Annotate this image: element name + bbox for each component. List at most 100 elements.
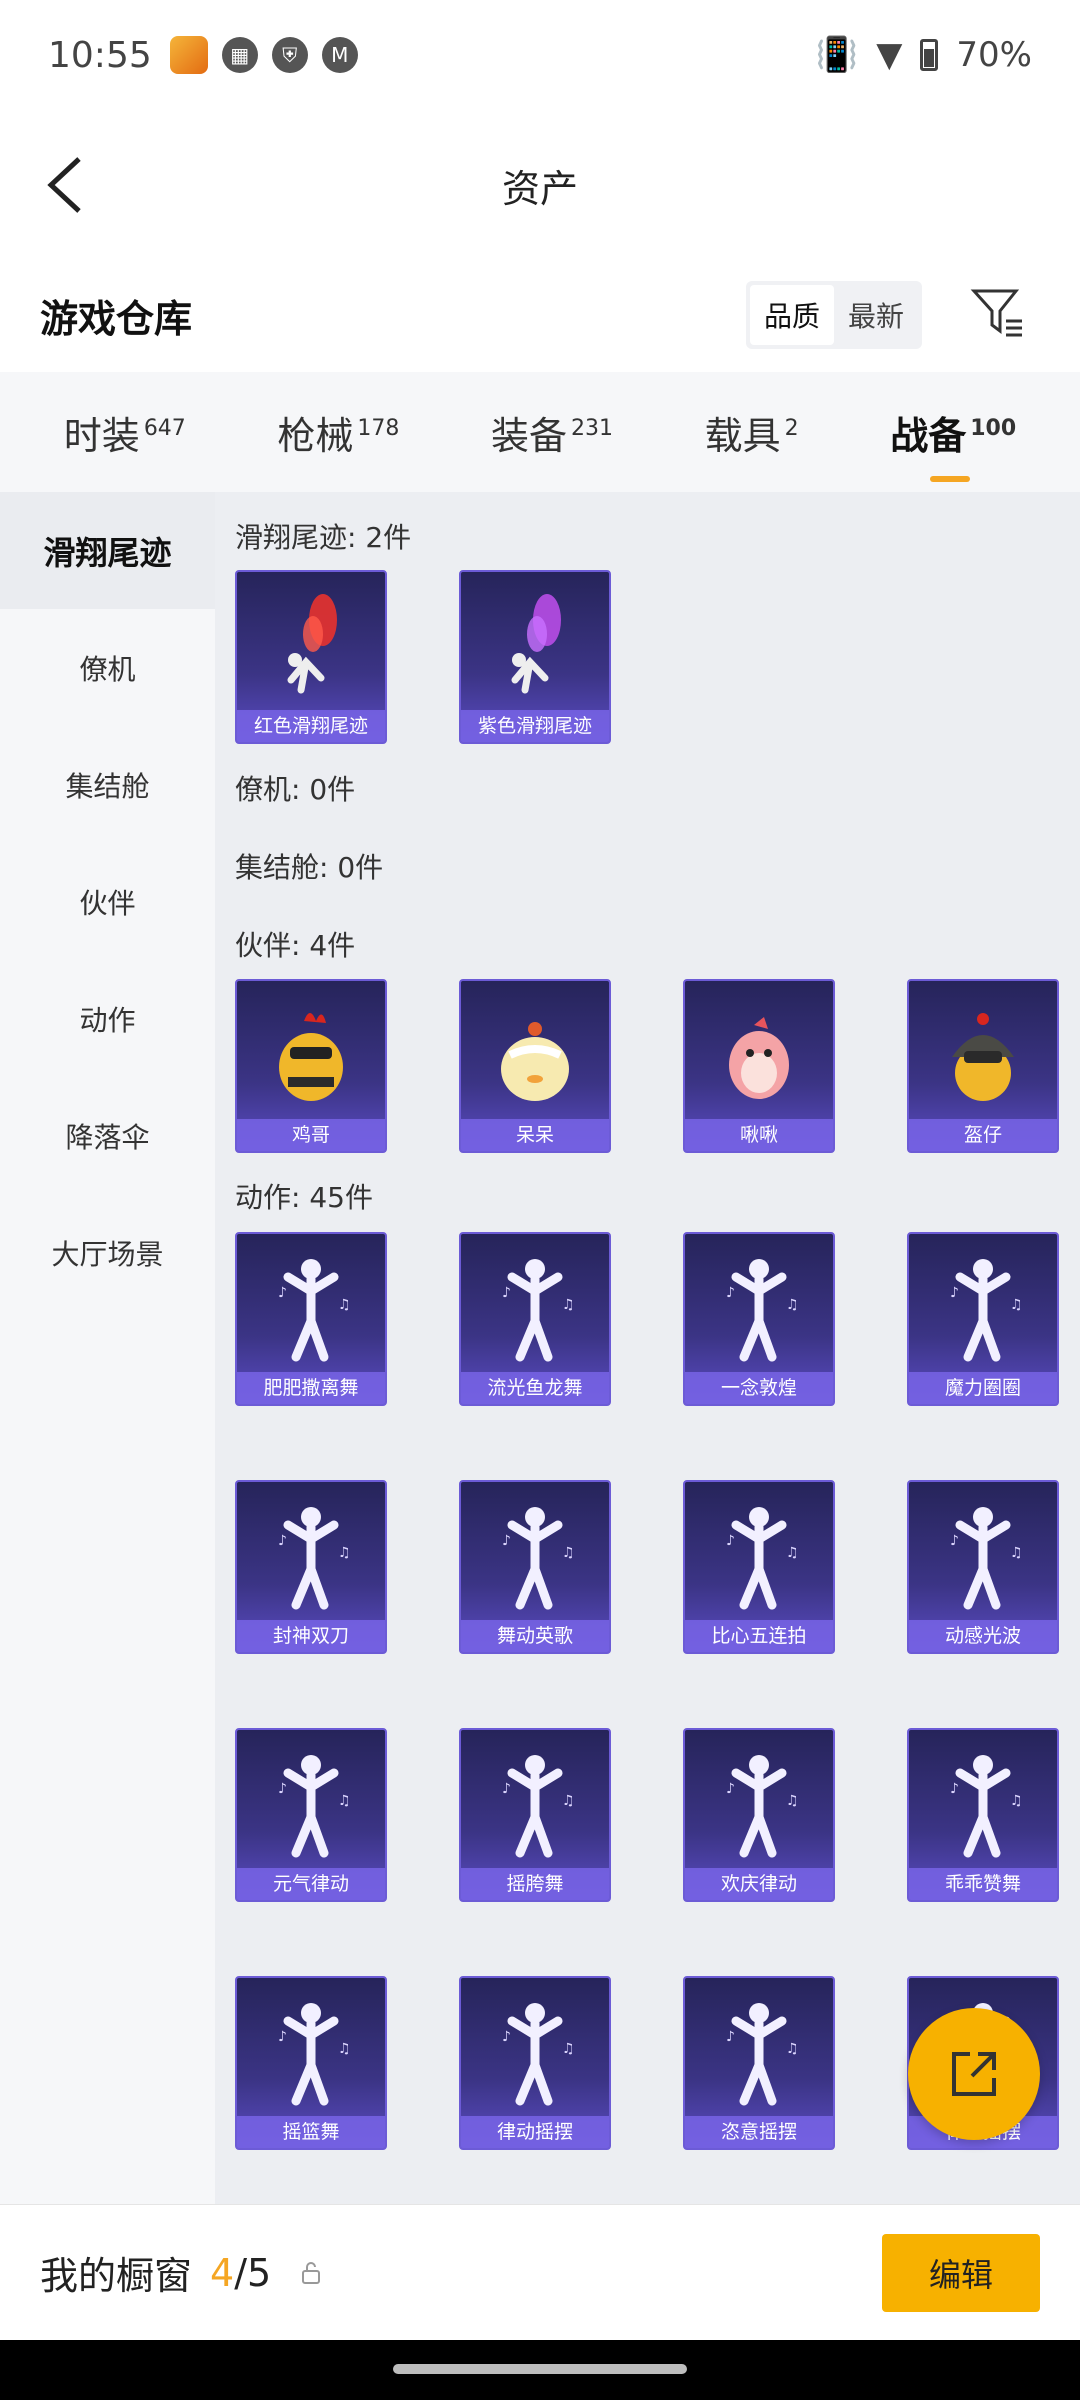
- item-card[interactable]: ♪ ♫ 比心五连拍: [683, 1480, 835, 1654]
- item-label: 舞动英歌: [461, 1620, 609, 1652]
- item-card[interactable]: 紫色滑翔尾迹: [459, 570, 611, 744]
- item-card[interactable]: ♪ ♫ 摇胯舞: [459, 1728, 611, 1902]
- warehouse-title: 游戏仓库: [40, 296, 193, 341]
- dance-figure-icon: ♪♫: [685, 1242, 833, 1372]
- tab-label: 时装: [63, 413, 140, 458]
- item-card[interactable]: ♪♫律动摇摆: [459, 1976, 611, 2150]
- item-label: 呆呆: [461, 1119, 609, 1151]
- item-card[interactable]: ♪ ♫ 动感光波: [907, 1480, 1059, 1654]
- tab-label: 战备: [890, 413, 967, 458]
- item-card[interactable]: ♪ ♫ 舞动英歌: [459, 1480, 611, 1654]
- sort-newest-button[interactable]: 最新: [834, 285, 918, 345]
- svg-text:♪: ♪: [726, 2029, 735, 2045]
- dance-figure-icon: ♪♫: [909, 1242, 1057, 1372]
- svg-text:♪: ♪: [278, 1781, 287, 1797]
- sidebar-item-lobby[interactable]: 大厅场景: [0, 1194, 215, 1311]
- status-bar: 10:55 ▦ ⛨ M 📳 ▼ 70%: [0, 0, 1080, 110]
- svg-text:♫: ♫: [338, 2041, 351, 2057]
- purple-trail-art-icon: [461, 580, 609, 710]
- tab-readiness[interactable]: 战备 100: [890, 405, 1017, 482]
- tab-label: 装备: [491, 413, 568, 458]
- red-trail-art-icon: [237, 580, 385, 710]
- dance-figure-icon: ♪♫: [685, 1986, 833, 2116]
- item-card[interactable]: ♪ ♫ 欢庆律动: [683, 1728, 835, 1902]
- dance-figure-icon: ♪♫: [685, 1738, 833, 1868]
- tab-label: 枪械: [277, 413, 354, 458]
- edit-button[interactable]: 编辑: [882, 2233, 1040, 2312]
- item-card[interactable]: ♪ ♫ 摇篮舞: [235, 1976, 387, 2150]
- svg-text:♪: ♪: [726, 1533, 735, 1549]
- sort-quality-button[interactable]: 品质: [749, 285, 834, 345]
- item-label: 律动摇摆: [461, 2116, 609, 2148]
- section-label-partner: 伙伴: 4件: [235, 929, 356, 962]
- sidebar-item-wingman[interactable]: 僚机: [0, 609, 215, 726]
- showcase-bar: 我的橱窗 4/5 编辑: [0, 2204, 1080, 2340]
- svg-text:♫: ♫: [786, 1545, 799, 1561]
- tab-count: 647: [143, 415, 186, 441]
- showcase-count: 4/5: [210, 2251, 271, 2295]
- sidebar-item-rally[interactable]: 集结舱: [0, 726, 215, 843]
- svg-text:♫: ♫: [338, 1545, 351, 1561]
- item-label: 魔力圈圈: [909, 1372, 1057, 1404]
- sidebar-item-trail[interactable]: 滑翔尾迹: [0, 492, 215, 609]
- item-card[interactable]: 呆呆: [459, 979, 611, 1153]
- tab-label: 载具: [704, 413, 781, 458]
- page-header: 资产: [0, 120, 1080, 250]
- filter-button[interactable]: [970, 285, 1030, 345]
- item-card[interactable]: ♪ ♫ 恣意摇摆: [683, 1976, 835, 2150]
- dance-figure-icon: ♪♫: [461, 1242, 609, 1372]
- item-card[interactable]: 鸡哥: [235, 979, 387, 1153]
- svg-text:♫: ♫: [562, 1793, 575, 1809]
- tab-weapons[interactable]: 枪械 178: [277, 405, 399, 460]
- dance-figure-icon: ♪♫: [461, 1986, 609, 2116]
- item-card[interactable]: ♪ ♫ 封神双刀: [235, 1480, 387, 1654]
- item-card[interactable]: ♪ ♫ 一念敦煌: [683, 1232, 835, 1406]
- tab-vehicles[interactable]: 载具 2: [705, 405, 799, 460]
- tab-fashion[interactable]: 时装 647: [64, 405, 186, 460]
- svg-text:♫: ♫: [338, 1297, 351, 1313]
- item-card[interactable]: ♪ ♫ 魔力圈圈: [907, 1232, 1059, 1406]
- dance-figure-icon: ♪♫: [237, 1490, 385, 1620]
- svg-text:♪: ♪: [950, 1285, 959, 1301]
- vibrate-icon: 📳: [815, 35, 859, 75]
- status-time: 10:55: [48, 34, 152, 76]
- item-label: 一念敦煌: [685, 1372, 833, 1404]
- sidebar-item-parachute[interactable]: 降落伞: [0, 1077, 215, 1194]
- pink-bird-mascot-icon: [685, 989, 833, 1119]
- dance-figure-icon: ♪♫: [461, 1738, 609, 1868]
- category-tabs: 时装 647 枪械 178 装备 231 载具 2 战备 100: [0, 372, 1080, 492]
- tab-count: 100: [970, 415, 1017, 441]
- shield-icon: ⛨: [271, 37, 308, 73]
- item-card[interactable]: 啾啾: [683, 979, 835, 1153]
- item-card[interactable]: ♪ ♫ 肥肥撒离舞: [235, 1232, 387, 1406]
- item-card[interactable]: 红色滑翔尾迹: [235, 570, 387, 744]
- item-card[interactable]: 盔仔: [907, 979, 1059, 1153]
- item-label: 欢庆律动: [685, 1868, 833, 1900]
- back-button[interactable]: [30, 150, 100, 220]
- dance-figure-icon: ♪♫: [909, 1738, 1057, 1868]
- svg-text:♫: ♫: [338, 1793, 351, 1809]
- home-handle[interactable]: [393, 2364, 687, 2374]
- item-label: 肥肥撒离舞: [237, 1372, 385, 1404]
- share-button[interactable]: [908, 2008, 1040, 2140]
- item-card[interactable]: ♪ ♫ 乖乖赞舞: [907, 1728, 1059, 1902]
- item-label: 乖乖赞舞: [909, 1868, 1057, 1900]
- svg-text:♫: ♫: [1010, 1545, 1023, 1561]
- sidebar-item-action[interactable]: 动作: [0, 960, 215, 1077]
- dance-figure-icon: ♪♫: [909, 1490, 1057, 1620]
- sidebar-item-partner[interactable]: 伙伴: [0, 843, 215, 960]
- svg-text:♪: ♪: [950, 1533, 959, 1549]
- battery-icon: [920, 39, 939, 71]
- dance-figure-icon: ♪♫: [685, 1490, 833, 1620]
- calendar-icon: ▦: [221, 37, 258, 73]
- sort-toggle: 品质 最新: [745, 281, 922, 349]
- chevron-left-icon: [47, 157, 81, 213]
- tab-equipment[interactable]: 装备 231: [491, 405, 613, 460]
- item-card[interactable]: ♪ ♫ 元气律动: [235, 1728, 387, 1902]
- section-label-rally: 集结舱: 0件: [235, 851, 384, 884]
- item-label: 盔仔: [909, 1119, 1057, 1151]
- svg-text:♫: ♫: [1010, 1297, 1023, 1313]
- svg-text:♫: ♫: [562, 1545, 575, 1561]
- item-card[interactable]: ♪ ♫ 流光鱼龙舞: [459, 1232, 611, 1406]
- item-label: 红色滑翔尾迹: [237, 710, 385, 742]
